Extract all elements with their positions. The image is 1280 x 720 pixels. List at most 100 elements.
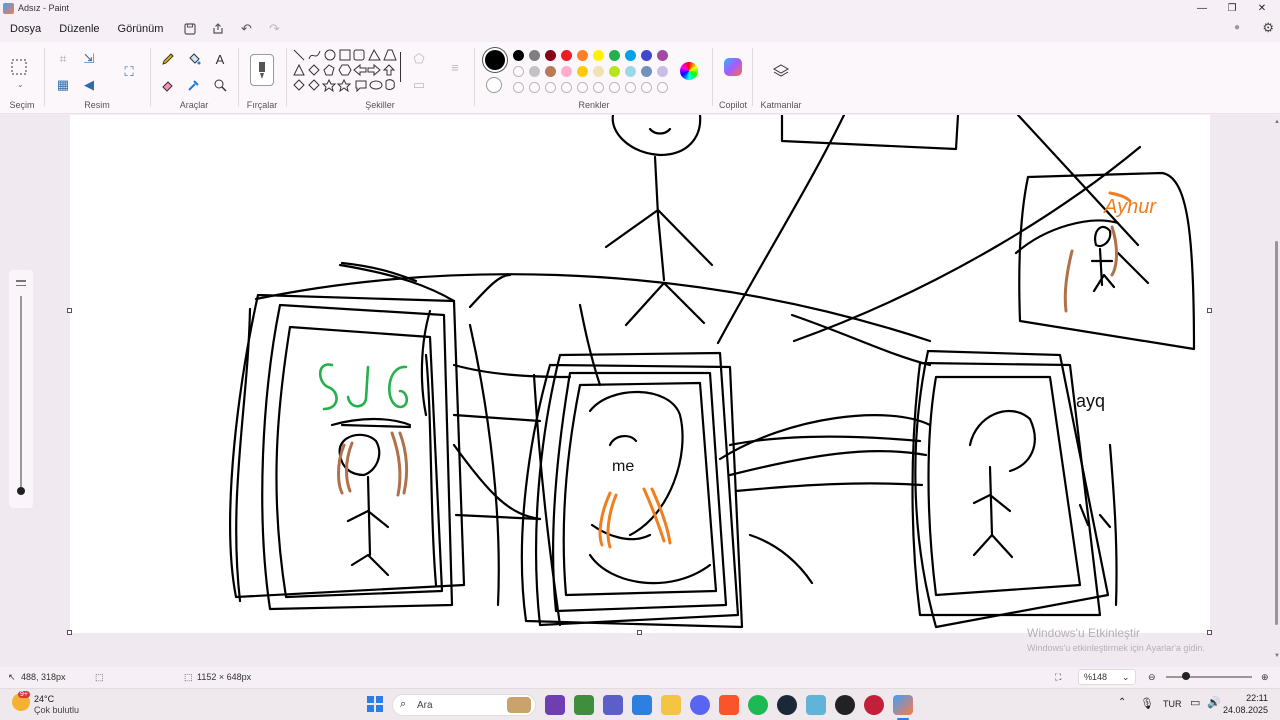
color-swatch[interactable] xyxy=(513,50,524,61)
eraser-icon[interactable] xyxy=(157,74,179,96)
color-swatch[interactable] xyxy=(641,50,652,61)
magnifier-icon[interactable] xyxy=(209,74,231,96)
color-swatch[interactable] xyxy=(625,50,636,61)
zoom-out-icon[interactable]: ⊖ xyxy=(1148,672,1156,683)
minimize-button[interactable]: — xyxy=(1188,0,1216,16)
brush-size-slider[interactable] xyxy=(9,270,33,508)
rotate-icon[interactable]: ◀ xyxy=(78,74,100,96)
restore-button[interactable]: ❐ xyxy=(1218,0,1246,16)
fill-bucket-icon[interactable] xyxy=(183,48,205,70)
color-swatch[interactable] xyxy=(625,66,636,77)
color-swatch[interactable] xyxy=(561,50,572,61)
rect-select-icon[interactable] xyxy=(8,56,30,78)
remove-background-icon[interactable]: ⛶ xyxy=(118,61,140,83)
color-swatch[interactable] xyxy=(529,50,540,61)
language-indicator[interactable]: TUR xyxy=(1163,699,1182,709)
color-swatch[interactable] xyxy=(609,66,620,77)
brave-icon[interactable] xyxy=(719,695,739,715)
color-swatch[interactable] xyxy=(545,50,556,61)
weather-desc[interactable]: Çok bulutlu xyxy=(34,705,79,715)
app-icon-1[interactable] xyxy=(545,695,565,715)
scroll-up-icon[interactable]: ▲ xyxy=(1274,119,1280,125)
clock-time[interactable]: 22:11 xyxy=(1228,693,1268,703)
custom-color-slot[interactable] xyxy=(577,82,588,93)
custom-color-slot[interactable] xyxy=(513,82,524,93)
todo-icon[interactable] xyxy=(632,695,652,715)
menu-file[interactable]: Dosya xyxy=(1,23,50,35)
microphone-icon[interactable]: 🎙 xyxy=(1140,697,1154,710)
color-swatch[interactable] xyxy=(593,50,604,61)
primary-color[interactable] xyxy=(485,50,505,70)
resize-handle-bottom-right[interactable] xyxy=(1207,630,1212,635)
drawing-canvas[interactable]: Aynur ayq me xyxy=(70,113,1210,633)
account-icon[interactable]: ● xyxy=(1234,22,1240,33)
clock-date[interactable]: 24.08.2025 xyxy=(1222,705,1268,715)
color-swatch[interactable] xyxy=(577,66,588,77)
resize-handle-right[interactable] xyxy=(1207,308,1212,313)
brush-icon[interactable] xyxy=(250,54,274,86)
scroll-thumb[interactable] xyxy=(1275,241,1278,625)
color-swatch[interactable] xyxy=(529,66,540,77)
zoom-in-icon[interactable]: ⊕ xyxy=(1261,672,1269,683)
undo-icon[interactable]: ↶ xyxy=(232,18,260,40)
crop-icon[interactable]: ⌗ xyxy=(52,48,74,70)
text-icon[interactable]: A xyxy=(209,48,231,70)
layers-icon[interactable] xyxy=(770,60,792,82)
custom-color-slot[interactable] xyxy=(561,82,572,93)
fit-to-window-icon[interactable]: ⛶ xyxy=(1055,672,1061,683)
color-swatch[interactable] xyxy=(657,50,668,61)
fill-icon[interactable]: ▭ xyxy=(408,74,430,96)
pencil-icon[interactable] xyxy=(157,48,179,70)
volume-icon[interactable]: 🔊 xyxy=(1207,696,1221,709)
file-explorer-icon[interactable] xyxy=(661,695,681,715)
selection-dropdown-icon[interactable]: ⌄ xyxy=(17,80,24,89)
taskbar-search-box[interactable]: ⌕ Ara xyxy=(392,694,536,716)
share-icon[interactable] xyxy=(204,18,232,40)
resize-handle-bottom-left[interactable] xyxy=(67,630,72,635)
color-swatch[interactable] xyxy=(641,66,652,77)
zoom-slider-track[interactable] xyxy=(1166,676,1252,678)
settings-gear-icon[interactable]: ⚙ xyxy=(1262,20,1274,36)
spotify-icon[interactable] xyxy=(748,695,768,715)
shape-size-icon[interactable]: ≡ xyxy=(444,56,466,78)
settings-app-icon[interactable] xyxy=(806,695,826,715)
teams-icon[interactable] xyxy=(603,695,623,715)
custom-color-slot[interactable] xyxy=(657,82,668,93)
vertical-scrollbar[interactable]: ▲ ▼ xyxy=(1272,115,1280,667)
game-app-icon[interactable] xyxy=(835,695,855,715)
copilot-icon[interactable] xyxy=(724,58,742,76)
color-swatch[interactable] xyxy=(609,50,620,61)
close-button[interactable]: ✕ xyxy=(1248,0,1276,16)
color-swatch[interactable] xyxy=(577,50,588,61)
media-player-icon[interactable] xyxy=(864,695,884,715)
zoom-slider-thumb[interactable] xyxy=(1182,672,1190,680)
color-swatch[interactable] xyxy=(657,66,668,77)
resize-handle-left[interactable] xyxy=(67,308,72,313)
color-swatch[interactable] xyxy=(545,66,556,77)
menu-edit[interactable]: Düzenle xyxy=(50,23,108,35)
minecraft-icon[interactable] xyxy=(574,695,594,715)
shapes-gallery-icon[interactable] xyxy=(292,48,400,102)
start-icon[interactable] xyxy=(366,695,386,715)
custom-color-slot[interactable] xyxy=(641,82,652,93)
custom-color-slot[interactable] xyxy=(545,82,556,93)
paint-taskbar-icon[interactable] xyxy=(893,695,913,715)
discord-icon[interactable] xyxy=(690,695,710,715)
network-icon[interactable]: ▭ xyxy=(1190,696,1200,709)
outline-icon[interactable]: ⬠ xyxy=(408,48,430,70)
redo-icon[interactable]: ↷ xyxy=(260,18,288,40)
weather-temp[interactable]: 24°C xyxy=(34,694,54,704)
steam-icon[interactable] xyxy=(777,695,797,715)
color-picker-icon[interactable] xyxy=(183,74,205,96)
resize-icon[interactable]: ⇲ xyxy=(78,48,100,70)
color-swatch[interactable] xyxy=(513,66,524,77)
secondary-color[interactable] xyxy=(486,77,502,93)
zoom-level-select[interactable]: %148 xyxy=(1084,672,1107,682)
color-swatch[interactable] xyxy=(561,66,572,77)
zoom-dropdown-icon[interactable]: ⌄ xyxy=(1122,672,1130,683)
menu-view[interactable]: Görünüm xyxy=(109,23,173,35)
custom-color-slot[interactable] xyxy=(529,82,540,93)
custom-color-slot[interactable] xyxy=(625,82,636,93)
edit-colors-icon[interactable] xyxy=(680,62,698,80)
save-icon[interactable] xyxy=(176,18,204,40)
